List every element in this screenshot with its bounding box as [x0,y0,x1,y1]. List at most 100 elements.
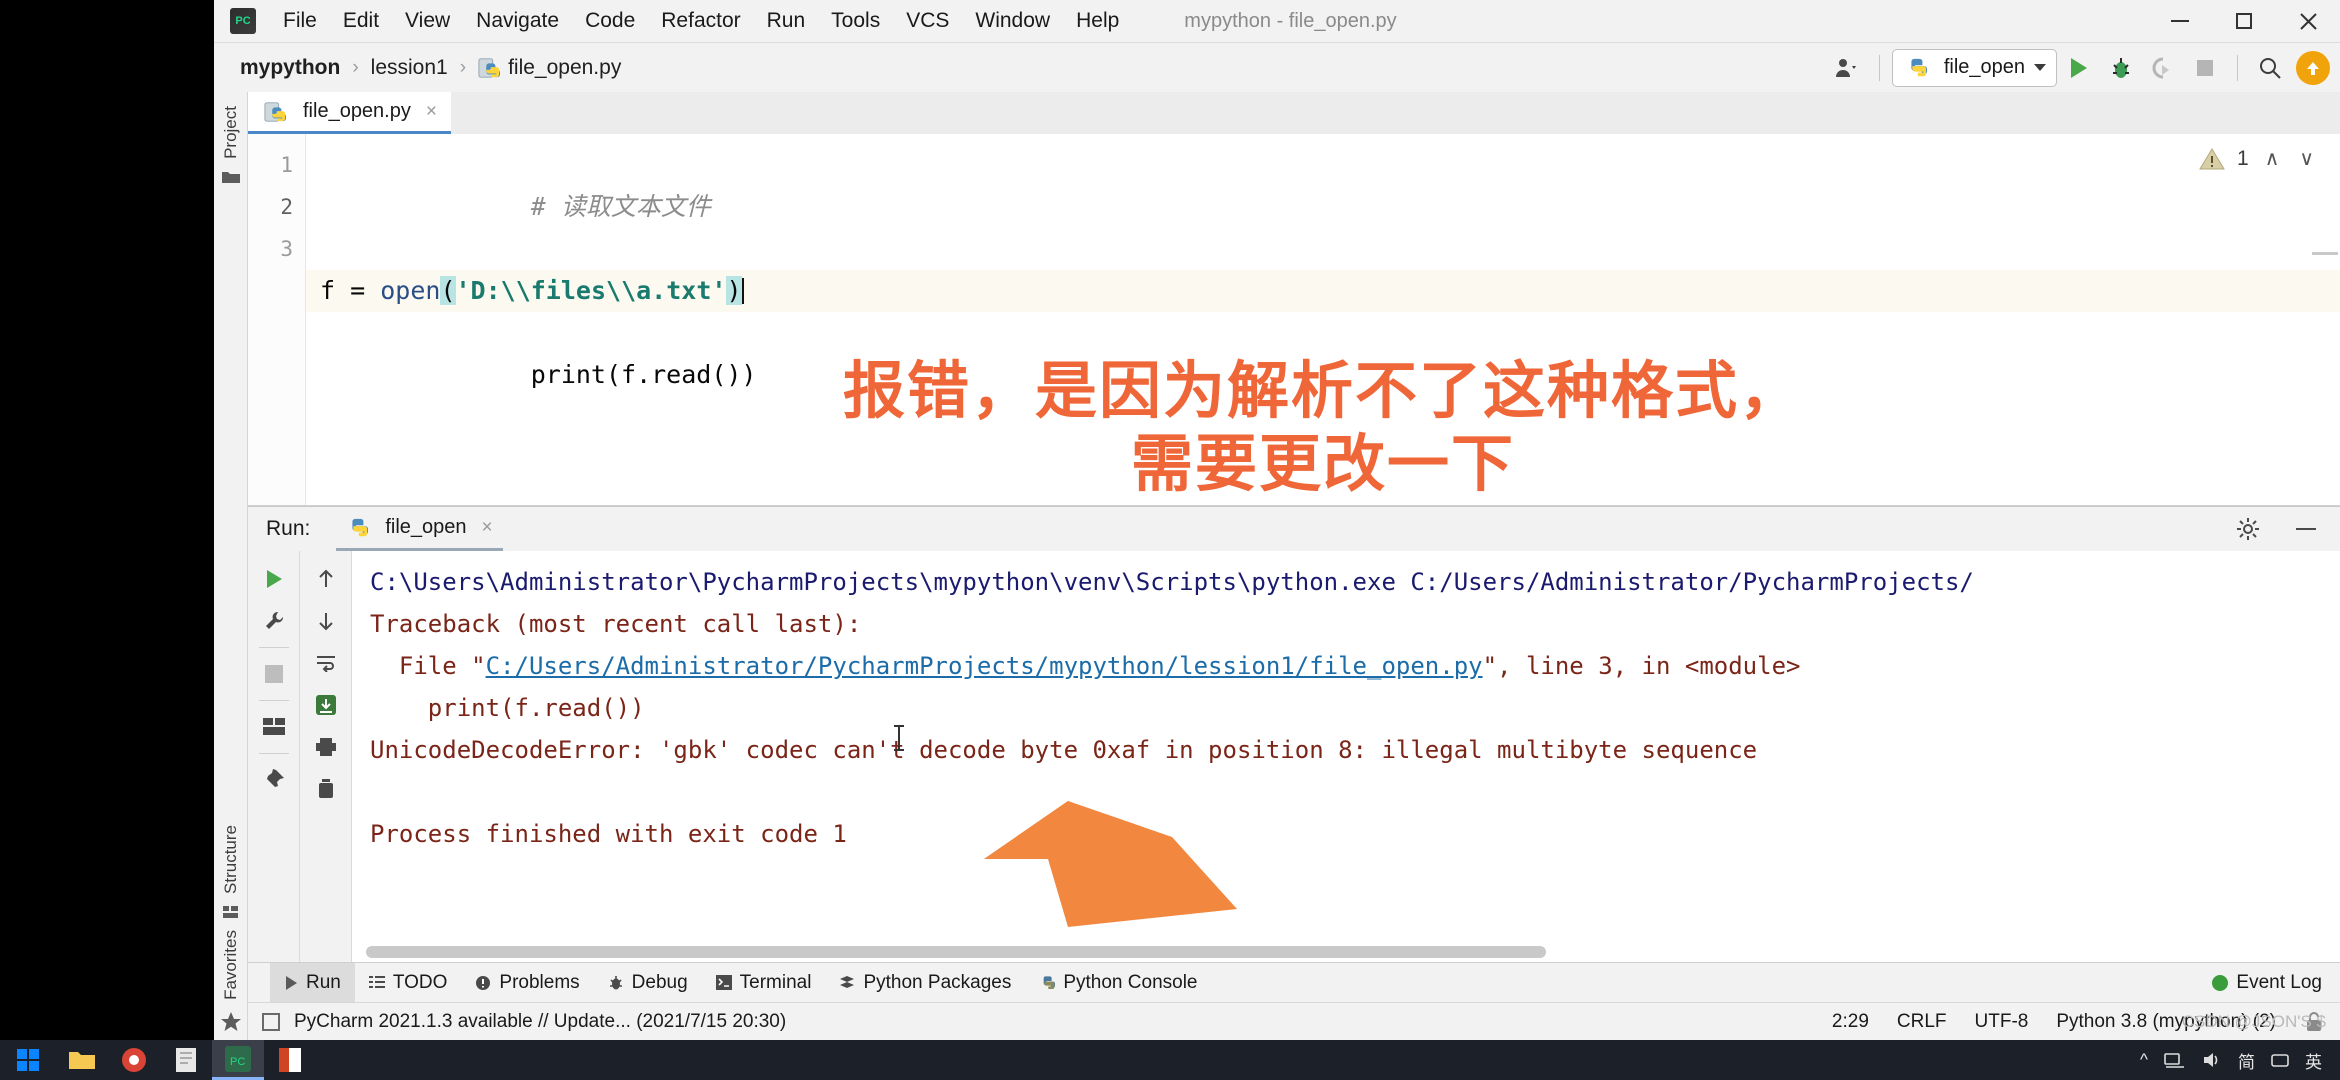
code-comment: # 读取文本文件 [530,192,711,221]
memory-indicator-icon [262,1012,280,1031]
menu-item-help[interactable]: Help [1063,5,1132,37]
menu-item-window[interactable]: Window [962,5,1063,37]
network-icon[interactable] [2164,1051,2186,1069]
console-text-cursor [894,725,904,751]
editor-tab-file-open[interactable]: file_open.py × [248,92,451,134]
ime-input-icon[interactable] [2271,1051,2289,1069]
event-log-button[interactable]: Event Log [2212,972,2322,994]
tab-debug-label: Debug [631,971,688,993]
breadcrumb-file[interactable]: file_open.py [508,56,621,80]
ppt-icon[interactable] [264,1040,316,1080]
scroll-down-icon[interactable] [306,601,346,641]
ime-english-icon[interactable]: 英 [2305,1048,2322,1073]
editor-inspection-widget[interactable]: 1 ∧ ∨ [2199,146,2318,171]
rerun-icon[interactable] [254,559,294,599]
run-tab-file-open[interactable]: file_open × [336,507,503,551]
run-tab-label: file_open [385,516,467,538]
breadcrumb-folder[interactable]: lession1 [371,56,448,80]
status-bar: PyCharm 2021.1.3 available // Update... … [248,1002,2340,1040]
tab-debug[interactable]: Debug [594,963,702,1003]
sidebar-item-project[interactable]: Project [221,100,241,165]
code-area[interactable]: # 读取文本文件 f = open('D:\\files\\a.txt') pr… [306,134,2340,505]
hide-window-button[interactable] [2286,510,2326,548]
breadcrumb-project[interactable]: mypython [240,56,340,80]
code-line-2: f = open('D:\\files\\a.txt') [306,270,2340,312]
code-editor[interactable]: 1 2 3 # 读取文本文件 f = open('D:\\files\\a.tx… [248,134,2340,506]
left-black-bar [0,0,214,1040]
chevron-up-icon[interactable]: ∧ [2261,146,2284,171]
tab-python-console[interactable]: Python Console [1025,963,1211,1003]
menu-item-edit[interactable]: Edit [330,5,392,37]
stop-button[interactable] [2185,49,2225,87]
console-horizontal-scrollbar[interactable] [366,946,1546,958]
menu-item-view[interactable]: View [392,5,463,37]
chevron-down-icon[interactable] [2034,64,2046,71]
pin-icon[interactable] [254,760,294,800]
notepad-icon[interactable] [160,1040,212,1080]
run-icon [286,975,297,990]
chrome-icon[interactable] [108,1040,160,1080]
python-file-icon [478,57,501,78]
chevron-up-icon[interactable]: ^ [2140,1050,2148,1070]
user-icon[interactable] [1827,49,1867,87]
volume-icon[interactable] [2202,1051,2222,1069]
search-icon[interactable] [2250,49,2290,87]
scroll-up-icon[interactable] [306,559,346,599]
code-open-paren: ( [440,276,456,305]
tab-python-packages[interactable]: Python Packages [825,963,1025,1003]
run-configuration-selector[interactable]: file_open [1891,48,2057,87]
console-file-link[interactable]: C:/Users/Administrator/PycharmProjects/m… [486,652,1483,680]
trash-icon[interactable] [306,769,346,809]
maximize-button[interactable] [2212,0,2276,42]
pycharm-icon[interactable]: PC [212,1040,264,1080]
scroll-to-end-icon[interactable] [306,685,346,725]
run-with-coverage-button[interactable] [2143,49,2183,87]
tab-run[interactable]: Run [270,962,355,1003]
sidebar-item-structure[interactable]: Structure [221,819,241,900]
debug-button[interactable] [2101,49,2141,87]
chevron-down-icon[interactable]: ∨ [2295,146,2318,171]
tab-terminal[interactable]: Terminal [702,963,826,1003]
navigation-bar: mypython › lession1 › file_open.py file_… [214,42,2340,92]
menu-item-navigate[interactable]: Navigate [463,5,572,37]
menu-item-run[interactable]: Run [754,5,819,37]
window-controls [2148,0,2340,42]
close-icon[interactable]: × [482,517,493,539]
tab-todo[interactable]: TODO [355,963,462,1003]
tab-problems[interactable]: Problems [461,963,593,1003]
tab-python-console-label: Python Console [1063,971,1198,993]
menu-item-vcs[interactable]: VCS [893,5,962,37]
windows-start-icon[interactable] [0,1040,56,1080]
menu-item-file[interactable]: File [270,5,330,37]
wrench-icon[interactable] [254,601,294,641]
run-button[interactable] [2059,49,2099,87]
line-separator[interactable]: CRLF [1897,1011,1947,1033]
tab-python-packages-label: Python Packages [863,971,1012,993]
structure-icon [222,906,238,919]
minimize-button[interactable] [2148,0,2212,42]
gear-icon[interactable] [2228,510,2268,548]
menu-item-tools[interactable]: Tools [818,5,893,37]
soft-wrap-icon[interactable] [306,643,346,683]
menu-item-code[interactable]: Code [572,5,648,37]
layout-icon[interactable] [254,707,294,747]
navbar-toolbar: file_open [1827,48,2330,87]
file-encoding[interactable]: UTF-8 [1975,1011,2029,1033]
sidebar-item-favorites[interactable]: Favorites [221,924,241,1006]
console-output[interactable]: C:\Users\Administrator\PycharmProjects\m… [352,551,2340,962]
stop-icon[interactable] [254,654,294,694]
caret-position[interactable]: 2:29 [1832,1011,1869,1033]
print-icon[interactable] [306,727,346,767]
update-arrow-icon[interactable] [2296,50,2330,85]
menu-bar: File Edit View Navigate Code Refactor Ru… [270,5,1132,37]
status-message[interactable]: PyCharm 2021.1.3 available // Update... … [294,1011,786,1033]
close-icon[interactable]: × [426,101,437,123]
breadcrumb-separator: › [352,56,359,78]
editor-scroll-marker [2312,252,2338,255]
close-button[interactable] [2276,0,2340,42]
folder-explorer-icon[interactable] [56,1040,108,1080]
ime-simplified-icon[interactable]: 简 [2238,1048,2255,1073]
toolbar-divider [258,647,289,648]
menu-item-refactor[interactable]: Refactor [648,5,753,37]
